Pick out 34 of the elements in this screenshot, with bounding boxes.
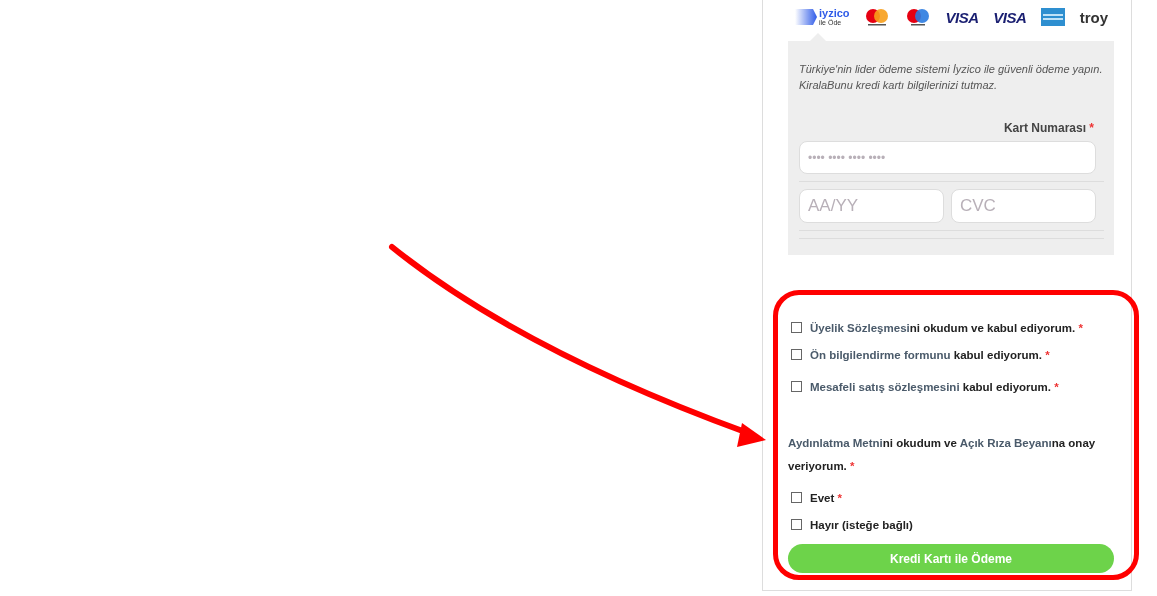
consent-text: Mesafeli satış sözleşmesini kabul ediyorum. * <box>810 380 1059 393</box>
consent-text: Hayır (isteğe bağlı) <box>810 518 913 531</box>
required-mark: * <box>850 460 855 472</box>
amex-card-icon <box>1040 8 1065 26</box>
visa-logo: VISA <box>993 8 1027 26</box>
consent-text: Evet * <box>810 491 842 504</box>
checkbox[interactable] <box>791 349 802 360</box>
text-link[interactable]: Aydınlatma Metni <box>788 437 883 449</box>
maestro-icon <box>904 8 931 26</box>
checkbox[interactable] <box>791 322 802 333</box>
logo-text: iyzico <box>819 8 850 19</box>
required-mark: * <box>1078 321 1083 334</box>
visa-logo: VISA <box>945 8 979 26</box>
text-link[interactable]: Ön bilgilendirme formunu <box>810 348 951 361</box>
required-mark: * <box>1054 380 1059 393</box>
field-label: Kart Numarası * <box>1002 121 1094 135</box>
checkbox[interactable] <box>791 381 802 392</box>
checkbox[interactable] <box>791 519 802 530</box>
text-link[interactable]: Mesafeli satış sözleşmesini <box>810 380 960 393</box>
troy-logo: troy <box>1079 8 1108 26</box>
text-link[interactable]: Üyelik Sözleşmesi <box>810 321 910 334</box>
consent-statement: Aydınlatma Metnini okudum ve Açık Rıza Beyanına onay veriyorum. * <box>788 436 1097 474</box>
required-mark: * <box>1045 348 1050 361</box>
consent-text: Ön bilgilendirme formunu kabul ediyorum. * <box>810 348 1050 361</box>
expiry-field[interactable]: AA/YY <box>799 189 944 223</box>
consent-text: Üyelik Sözleşmesini okudum ve kabul ediyorum. * <box>810 321 1083 334</box>
mastercard-icon <box>864 8 891 26</box>
cvc-field[interactable]: CVC <box>951 189 1096 223</box>
text-link[interactable]: Açık Rıza Beyanı <box>959 437 1052 449</box>
iyzico-logo-icon <box>795 9 817 25</box>
card-number-field[interactable]: •••• •••• •••• •••• <box>799 141 1096 174</box>
required-mark: * <box>837 491 842 504</box>
info-text: Türkiye'nin lider ödeme sistemi İyzico ile güvenli ödeme yapın. KiralaBunu kredi kartı bilgilerinizi tutmaz. <box>799 62 1104 93</box>
checkbox[interactable] <box>791 492 802 503</box>
